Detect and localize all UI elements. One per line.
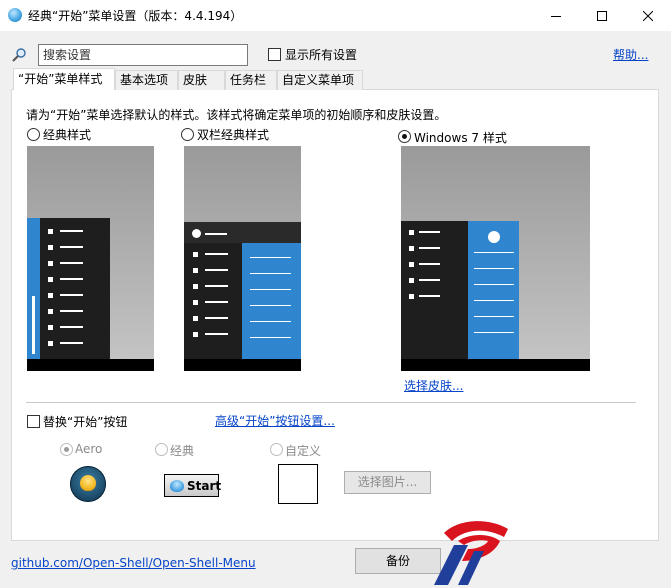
windows7-style-label[interactable]: Windows 7 样式 xyxy=(414,129,507,146)
two-column-style-radio[interactable] xyxy=(181,128,194,141)
select-image-button[interactable]: 选择图片... xyxy=(344,471,431,494)
aero-button-label[interactable]: Aero xyxy=(75,442,102,456)
show-all-settings-checkbox[interactable] xyxy=(268,48,281,61)
aero-button-radio[interactable] xyxy=(60,443,73,456)
replace-start-button-label[interactable]: 替换“开始”按钮 xyxy=(43,413,127,430)
classic-style-preview[interactable] xyxy=(27,146,154,371)
close-button[interactable] xyxy=(625,0,671,31)
two-column-style-label[interactable]: 双栏经典样式 xyxy=(197,126,269,143)
app-shell-icon xyxy=(8,8,22,22)
custom-button-label[interactable]: 自定义 xyxy=(285,442,321,459)
classic-style-radio[interactable] xyxy=(27,128,40,141)
advanced-start-button-link[interactable]: 高级“开始”按钮设置... xyxy=(215,412,335,429)
aero-start-orb-icon xyxy=(70,466,106,502)
window-title: 经典“开始”菜单设置（版本：4.4.194） xyxy=(28,9,243,23)
search-icon xyxy=(12,48,26,62)
custom-button-image-preview xyxy=(278,464,318,504)
tab-basic-options[interactable]: 基本选项 xyxy=(115,70,178,90)
tab-start-menu-style[interactable]: “开始”菜单样式 xyxy=(13,68,115,90)
select-skin-link[interactable]: 选择皮肤... xyxy=(404,377,463,394)
tab-customize-menu[interactable]: 自定义菜单项 xyxy=(277,70,363,90)
windows7-style-preview[interactable] xyxy=(401,146,590,371)
close-icon xyxy=(643,10,653,21)
two-column-style-preview[interactable] xyxy=(184,146,301,371)
custom-button-radio[interactable] xyxy=(270,443,283,456)
minimize-icon xyxy=(551,15,561,17)
show-all-settings-label[interactable]: 显示所有设置 xyxy=(285,46,357,63)
help-link[interactable]: 帮助... xyxy=(613,46,648,63)
section-divider xyxy=(26,402,636,403)
classic-button-radio[interactable] xyxy=(155,443,168,456)
tab-skin[interactable]: 皮肤 xyxy=(178,70,225,90)
shell-icon xyxy=(170,479,184,492)
github-link[interactable]: github.com/Open-Shell/Open-Shell-Menu xyxy=(11,556,256,570)
watermark-logo-icon xyxy=(434,521,508,585)
classic-button-label[interactable]: 经典 xyxy=(170,442,194,459)
maximize-button[interactable] xyxy=(579,0,625,31)
classic-style-label[interactable]: 经典样式 xyxy=(43,126,91,143)
windows7-style-radio[interactable] xyxy=(398,130,411,143)
replace-start-button-checkbox[interactable] xyxy=(27,415,40,428)
style-instruction: 请为“开始”菜单选择默认的样式。该样式将确定菜单项的初始顺序和皮肤设置。 xyxy=(26,108,447,122)
start-button-text: Start xyxy=(187,478,222,493)
tab-taskbar[interactable]: 任务栏 xyxy=(225,70,277,90)
search-input[interactable] xyxy=(38,44,248,66)
minimize-button[interactable] xyxy=(533,0,579,31)
classic-start-button-preview: Start xyxy=(164,474,222,497)
maximize-icon xyxy=(597,10,607,21)
